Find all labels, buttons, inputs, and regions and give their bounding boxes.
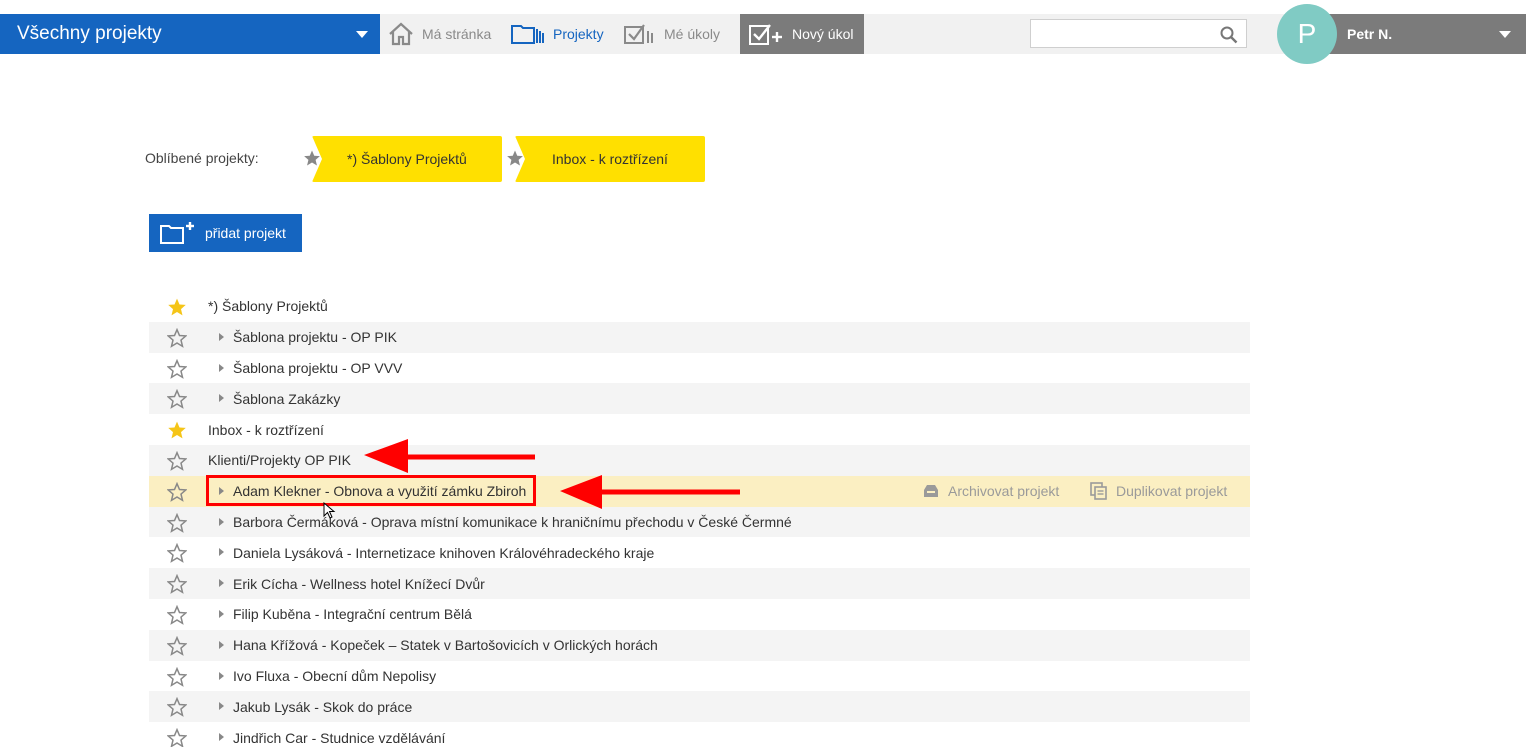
star-outline-icon[interactable] — [167, 635, 187, 656]
project-name[interactable]: *) Šablony Projektů — [208, 298, 328, 314]
project-row[interactable]: Daniela Lysáková - Internetizace knihove… — [149, 537, 1250, 568]
project-name[interactable]: Jakub Lysák - Skok do práce — [233, 699, 412, 715]
project-row[interactable]: Inbox - k roztřízení — [149, 414, 1250, 445]
project-name[interactable]: Klienti/Projekty OP PIK — [208, 452, 351, 468]
nav-projects-label: Projekty — [553, 26, 604, 42]
project-row[interactable]: Šablona projektu - OP VVV — [149, 353, 1250, 384]
star-outline-icon[interactable] — [167, 666, 187, 687]
favorite-chip-label: Inbox - k roztřízení — [552, 151, 668, 167]
archive-icon — [924, 484, 938, 497]
project-name[interactable]: Inbox - k roztřízení — [208, 422, 324, 438]
project-name[interactable]: Šablona Zakázky — [233, 391, 340, 407]
highlight-box — [206, 475, 536, 506]
project-name[interactable]: Šablona projektu - OP VVV — [233, 360, 402, 376]
project-row[interactable]: Ivo Fluxa - Obecní dům Nepolisy — [149, 661, 1250, 692]
star-outline-icon[interactable] — [167, 512, 187, 533]
star-outline-icon[interactable] — [167, 543, 187, 564]
avatar-initial: P — [1297, 18, 1317, 49]
favorites-label: Oblíbené projekty: — [145, 150, 259, 166]
expand-arrow-icon[interactable] — [219, 332, 224, 341]
new-task-label: Nový úkol — [792, 26, 854, 42]
expand-arrow-icon[interactable] — [219, 702, 224, 711]
star-outline-icon[interactable] — [167, 389, 187, 410]
user-name[interactable]: Petr N. — [1347, 14, 1392, 54]
project-selector[interactable]: Všechny projekty — [0, 14, 380, 54]
project-row[interactable]: Jindřich Car - Studnice vzdělávání — [149, 722, 1250, 747]
project-row[interactable]: Klienti/Projekty OP PIK — [149, 444, 1250, 476]
duplicate-project-button[interactable]: Duplikovat projekt — [1090, 476, 1227, 506]
nav-my-page[interactable]: Má stránka — [388, 14, 491, 54]
expand-arrow-icon[interactable] — [219, 671, 224, 680]
favorite-chip[interactable]: *) Šablony Projektů — [304, 136, 502, 182]
project-row[interactable]: Šablona Zakázky — [149, 383, 1250, 415]
nav-projects[interactable]: Projekty — [511, 14, 604, 54]
expand-arrow-icon[interactable] — [219, 363, 224, 372]
project-row[interactable]: Jakub Lysák - Skok do práce — [149, 691, 1250, 723]
nav-my-page-label: Má stránka — [422, 26, 492, 42]
expand-arrow-icon[interactable] — [219, 609, 224, 618]
add-project-label: přidat projekt — [205, 225, 286, 241]
star-outline-icon[interactable] — [167, 481, 187, 502]
favorite-chip[interactable]: Inbox - k roztřízení — [507, 136, 705, 182]
star-outline-icon[interactable] — [167, 728, 187, 747]
project-name[interactable]: Hana Křížová - Kopeček – Statek v Bartoš… — [233, 637, 658, 653]
project-row[interactable]: Šablona projektu - OP PIK — [149, 321, 1250, 353]
nav-my-tasks-label: Mé úkoly — [664, 26, 721, 42]
star-icon[interactable] — [506, 149, 524, 167]
nav-my-tasks[interactable]: Mé úkoly — [624, 14, 720, 54]
expand-arrow-icon[interactable] — [219, 548, 224, 557]
project-selector-label: Všechny projekty — [17, 23, 162, 44]
project-name[interactable]: Barbora Čermáková - Oprava místní komuni… — [233, 514, 792, 530]
project-row[interactable]: Barbora Čermáková - Oprava místní komuni… — [149, 506, 1250, 538]
expand-arrow-icon[interactable] — [219, 579, 224, 588]
avatar[interactable]: P — [1277, 4, 1337, 64]
project-name[interactable]: Jindřich Car - Studnice vzdělávání — [233, 730, 445, 746]
project-name[interactable]: Erik Cícha - Wellness hotel Knížecí Dvůr — [233, 576, 485, 592]
chevron-down-icon[interactable] — [1499, 31, 1511, 38]
star-outline-icon[interactable] — [167, 358, 187, 379]
search-icon[interactable] — [1220, 26, 1238, 44]
tasks-icon — [624, 24, 653, 44]
expand-arrow-icon[interactable] — [219, 733, 224, 742]
duplicate-project-label: Duplikovat projekt — [1116, 482, 1228, 499]
project-name[interactable]: Šablona projektu - OP PIK — [233, 329, 397, 345]
chevron-down-icon — [356, 31, 368, 38]
project-row[interactable]: *) Šablony Projektů — [149, 291, 1250, 322]
star-filled-icon[interactable] — [167, 420, 187, 440]
home-icon — [389, 22, 413, 46]
project-row[interactable]: Hana Křížová - Kopeček – Statek v Bartoš… — [149, 629, 1250, 661]
favorite-chip-label: *) Šablony Projektů — [347, 151, 467, 167]
archive-project-button[interactable]: Archivovat projekt — [922, 476, 1059, 506]
cursor-icon — [323, 502, 336, 519]
projects-icon — [511, 25, 544, 44]
star-outline-icon[interactable] — [167, 327, 187, 348]
project-row[interactable]: Erik Cícha - Wellness hotel Knížecí Dvůr — [149, 568, 1250, 599]
star-outline-icon[interactable] — [167, 697, 187, 718]
project-row[interactable]: Filip Kuběna - Integrační centrum Bělá — [149, 599, 1250, 630]
star-icon[interactable] — [303, 149, 321, 167]
new-task-button[interactable]: Nový úkol — [740, 14, 864, 54]
star-outline-icon[interactable] — [167, 604, 187, 625]
expand-arrow-icon[interactable] — [219, 517, 224, 526]
new-task-icon — [749, 24, 782, 45]
add-project-button[interactable]: přidat projekt — [149, 214, 302, 252]
expand-arrow-icon[interactable] — [219, 394, 224, 403]
search-box — [1030, 19, 1247, 48]
star-filled-icon[interactable] — [167, 297, 187, 317]
search-input[interactable] — [1031, 20, 1211, 47]
star-outline-icon[interactable] — [167, 574, 187, 595]
project-name[interactable]: Filip Kuběna - Integrační centrum Bělá — [233, 606, 472, 622]
star-outline-icon[interactable] — [167, 450, 187, 471]
expand-arrow-icon[interactable] — [219, 640, 224, 649]
project-list: *) Šablony Projektů Šablona projektu - OP… — [149, 291, 1250, 747]
project-name[interactable]: Daniela Lysáková - Internetizace knihove… — [233, 545, 654, 561]
add-folder-icon — [160, 222, 194, 244]
project-name[interactable]: Ivo Fluxa - Obecní dům Nepolisy — [233, 668, 436, 684]
duplicate-icon — [1090, 481, 1107, 500]
archive-project-label: Archivovat projekt — [948, 482, 1060, 499]
